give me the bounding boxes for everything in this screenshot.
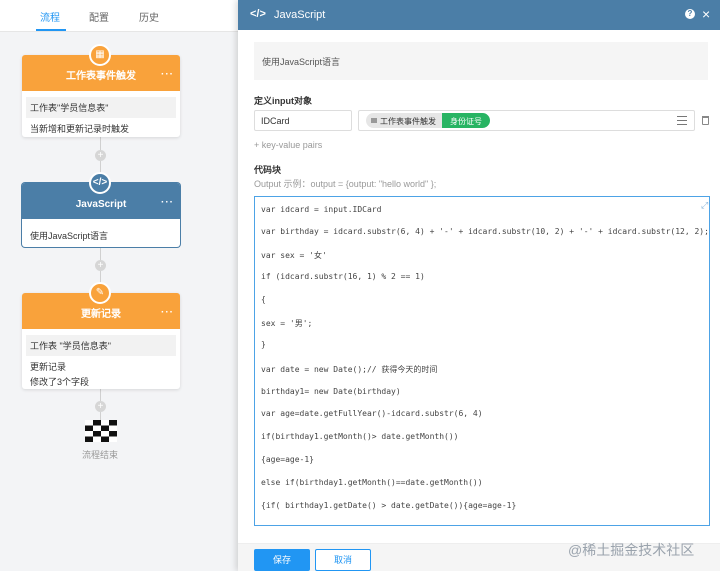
code-line: {age=age-1} bbox=[261, 455, 314, 464]
code-line: var age=date.getFullYear()-idcard.substr… bbox=[261, 409, 483, 418]
code-line: } bbox=[261, 340, 266, 349]
add-step-icon[interactable]: + bbox=[95, 401, 106, 412]
code-icon: </> bbox=[89, 172, 111, 194]
node-update[interactable]: 更新记录 ··· 工作表 "学员信息表" 更新记录 修改了3个字段 bbox=[22, 293, 180, 389]
output-hint: Output 示例：output = {output: "hello world… bbox=[254, 179, 437, 189]
code-line: birthday1= new Date(birthday) bbox=[261, 387, 401, 396]
tab-config[interactable]: 配置 bbox=[89, 9, 109, 24]
active-tab-indicator bbox=[36, 29, 66, 31]
field-tag[interactable]: 工作表事件触发 身份证号 bbox=[366, 113, 490, 128]
input-key-field[interactable]: IDCard bbox=[254, 110, 352, 131]
more-icon[interactable]: ··· bbox=[161, 181, 174, 225]
config-panel: </> JavaScript ? × 使用JavaScript语言 定义inpu… bbox=[238, 0, 720, 571]
add-key-value-link[interactable]: + key-value pairs bbox=[254, 140, 322, 150]
code-line: var date = new Date();// 获得今天的时间 bbox=[261, 365, 438, 374]
node-title: 更新记录 bbox=[81, 309, 121, 320]
node-detail: 使用JavaScript语言 bbox=[30, 231, 109, 241]
edit-icon: ✎ bbox=[89, 282, 111, 304]
code-line: else if(birthday1.getMonth()==date.getMo… bbox=[261, 478, 483, 487]
tag-source: 工作表事件触发 bbox=[366, 113, 442, 128]
node-trigger[interactable]: 工作表事件触发 ··· 工作表"学员信息表" 当新增和更新记录时触发 bbox=[22, 55, 180, 137]
input-section-label: 定义input对象 bbox=[254, 96, 312, 106]
node-worksheet: 工作表 "学员信息表" bbox=[26, 335, 176, 356]
add-step-icon[interactable]: + bbox=[95, 150, 106, 161]
panel-title: JavaScript bbox=[274, 9, 326, 21]
panel-header: </> JavaScript ? × bbox=[238, 0, 720, 30]
node-title: JavaScript bbox=[75, 199, 127, 210]
input-value-field[interactable]: 工作表事件触发 身份证号 bbox=[358, 110, 695, 131]
tab-bar: 流程 配置 历史 bbox=[0, 0, 238, 32]
node-detail: 当新增和更新记录时触发 bbox=[30, 124, 130, 134]
more-icon[interactable]: ··· bbox=[161, 53, 174, 97]
code-line: if(birthday1.getMonth()> date.getMonth()… bbox=[261, 432, 459, 441]
trash-icon[interactable] bbox=[702, 116, 709, 125]
more-icon[interactable]: ··· bbox=[161, 291, 174, 335]
code-editor[interactable]: ⤢ var idcard = input.IDCard var birthday… bbox=[254, 196, 710, 526]
code-line: {if( birthday1.getDate() > date.getDate(… bbox=[261, 501, 517, 510]
finish-flag-icon bbox=[85, 420, 117, 442]
code-line: sex = '男'; bbox=[261, 319, 313, 328]
cancel-button[interactable]: 取消 bbox=[315, 549, 371, 571]
end-label: 流程结束 bbox=[82, 450, 119, 460]
workflow-canvas: 流程 配置 历史 + + + 工作表事件触发 ··· 工作表"学员信息表" 当新… bbox=[0, 0, 238, 571]
code-icon: </> bbox=[250, 8, 266, 20]
table-icon: ▦ bbox=[89, 44, 111, 66]
code-section-label: 代码块 bbox=[254, 165, 282, 175]
code-line: var idcard = input.IDCard bbox=[261, 205, 382, 214]
save-button[interactable]: 保存 bbox=[254, 549, 310, 571]
list-icon[interactable] bbox=[677, 116, 687, 125]
watermark: @稀土掘金技术社区 bbox=[568, 542, 695, 558]
node-detail: 修改了3个字段 bbox=[30, 377, 90, 387]
code-line: if (idcard.substr(16, 1) % 2 == 1) bbox=[261, 272, 425, 281]
code-line: { bbox=[261, 295, 266, 304]
add-step-icon[interactable]: + bbox=[95, 260, 106, 271]
code-line: var sex = '女' bbox=[261, 251, 327, 260]
node-worksheet: 工作表"学员信息表" bbox=[26, 97, 176, 118]
tab-history[interactable]: 历史 bbox=[139, 9, 159, 24]
close-icon[interactable]: × bbox=[702, 6, 710, 22]
tab-flow[interactable]: 流程 bbox=[40, 9, 60, 24]
node-action: 更新记录 bbox=[30, 362, 67, 372]
node-title: 工作表事件触发 bbox=[66, 71, 136, 82]
description-field[interactable]: 使用JavaScript语言 bbox=[254, 42, 708, 80]
code-line: var birthday = idcard.substr(6, 4) + '-'… bbox=[261, 227, 709, 236]
expand-icon[interactable]: ⤢ bbox=[701, 201, 708, 211]
tag-field: 身份证号 bbox=[442, 113, 490, 128]
help-icon[interactable]: ? bbox=[685, 9, 695, 19]
